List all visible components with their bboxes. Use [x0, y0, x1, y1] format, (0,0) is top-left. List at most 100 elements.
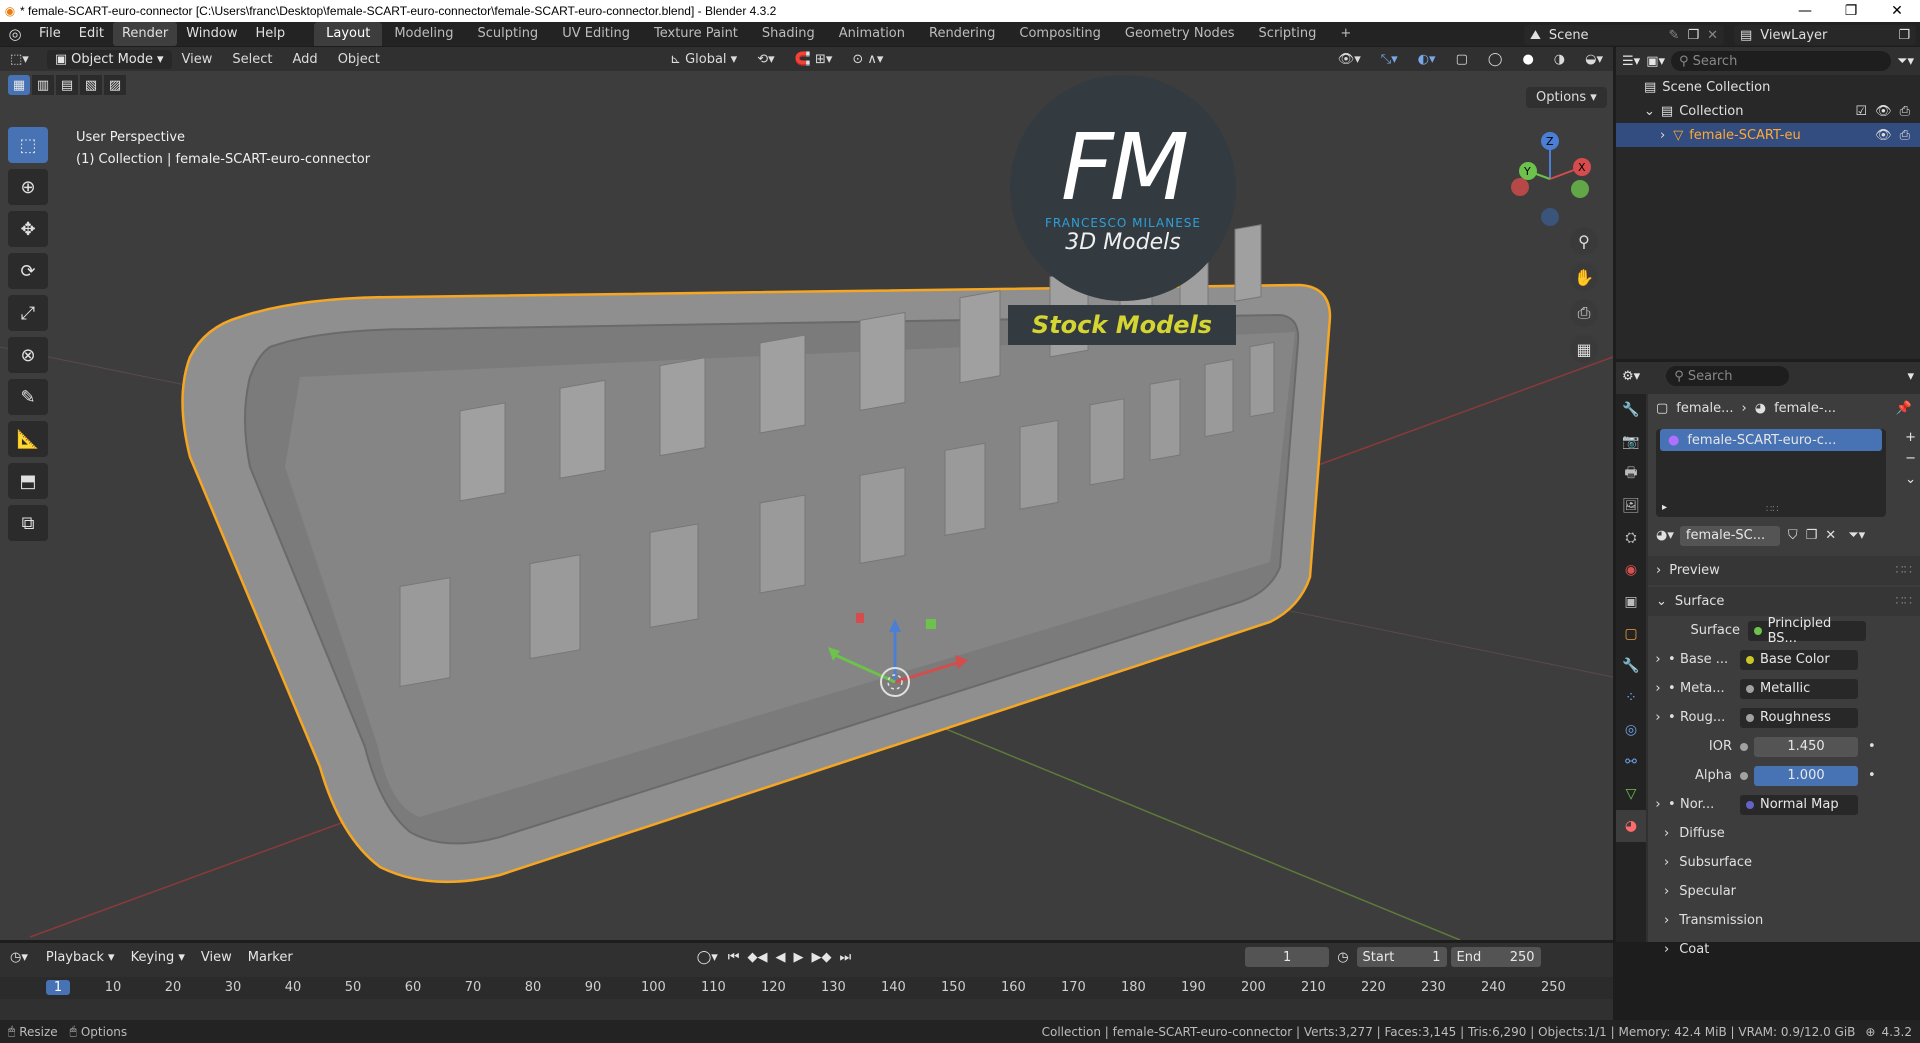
- eye-icon[interactable]: 👁: [1875, 104, 1892, 119]
- shading-solid-icon[interactable]: ●: [1512, 52, 1543, 67]
- mode-dropdown[interactable]: ▣ Object Mode ▾: [46, 49, 172, 69]
- keyframe-dot-icon[interactable]: •: [1868, 739, 1876, 754]
- viewport-menu-object[interactable]: Object: [328, 52, 390, 67]
- list-expand-icon[interactable]: ▸: [1662, 502, 1667, 513]
- tab-compositing[interactable]: Compositing: [1007, 22, 1113, 46]
- modifier-tab-icon[interactable]: 🔧: [1616, 650, 1646, 682]
- start-frame-field[interactable]: Start 1: [1356, 947, 1447, 967]
- preview-panel-header[interactable]: › Preview ∷∷: [1648, 556, 1920, 585]
- timeline-menu-playback[interactable]: Playback ▾: [38, 950, 123, 965]
- outliner-search-input[interactable]: ⚲ Search: [1671, 51, 1892, 71]
- view-layer-tab-icon[interactable]: 🖼: [1616, 490, 1646, 522]
- new-scene-icon[interactable]: ❐: [1687, 28, 1699, 43]
- particles-tab-icon[interactable]: ⁘: [1616, 682, 1646, 714]
- shading-wireframe-icon[interactable]: ◯: [1478, 52, 1513, 67]
- subsection-transmission[interactable]: › Transmission: [1648, 906, 1920, 935]
- pin-icon[interactable]: 📌: [1896, 401, 1912, 416]
- object-tab-icon[interactable]: ▢: [1616, 618, 1646, 650]
- duplicate-material-icon[interactable]: ❐: [1806, 528, 1818, 543]
- tab-geometry-nodes[interactable]: Geometry Nodes: [1113, 22, 1247, 46]
- properties-editor-type-icon[interactable]: ⚙▾: [1622, 369, 1640, 384]
- add-slot-icon[interactable]: +: [1905, 430, 1916, 445]
- jump-end-icon[interactable]: ⏭: [835, 950, 855, 965]
- viewlayer-selector[interactable]: ▤ ViewLayer ❐: [1734, 25, 1916, 45]
- timeline-menu-marker[interactable]: Marker: [240, 950, 301, 965]
- tab-scripting[interactable]: Scripting: [1247, 22, 1329, 46]
- gizmo-toggle-icon[interactable]: ⤡▾: [1371, 52, 1408, 67]
- subsection-coat[interactable]: › Coat: [1648, 935, 1920, 964]
- viewport-options-button[interactable]: Options ▾: [1526, 87, 1607, 108]
- menu-window[interactable]: Window: [177, 22, 246, 46]
- visibility-icon[interactable]: 👁▾: [1328, 52, 1371, 67]
- ior-field[interactable]: 1.450: [1754, 736, 1858, 757]
- filter-icon[interactable]: ⏷▾: [1897, 54, 1914, 69]
- outliner-scene-collection[interactable]: ▤ Scene Collection: [1616, 75, 1920, 99]
- disclosure-right-icon[interactable]: ›: [1648, 797, 1668, 812]
- tab-modeling[interactable]: Modeling: [382, 22, 465, 46]
- menu-edit[interactable]: Edit: [70, 22, 113, 46]
- play-reverse-icon[interactable]: ◀: [771, 950, 789, 965]
- prev-keyframe-icon[interactable]: ◆◀: [743, 950, 771, 965]
- constraints-tab-icon[interactable]: ⚯: [1616, 746, 1646, 778]
- scene-selector[interactable]: ⛰ Scene ✎ ❐ ✕: [1524, 25, 1724, 45]
- unlink-material-icon[interactable]: ✕: [1825, 528, 1836, 543]
- tool-tab-icon[interactable]: 🔧: [1616, 394, 1646, 426]
- annotate-tool-icon[interactable]: ✎: [8, 379, 48, 415]
- end-frame-field[interactable]: End 250: [1450, 947, 1541, 967]
- current-frame-field[interactable]: 1: [1245, 947, 1330, 967]
- editor-type-icon[interactable]: ⬚▾: [0, 52, 39, 67]
- metallic-field[interactable]: Metallic: [1740, 678, 1858, 699]
- subsection-specular[interactable]: › Specular: [1648, 877, 1920, 906]
- transform-extra-tool-icon[interactable]: ⧉: [8, 505, 48, 541]
- output-tab-icon[interactable]: 🖶: [1616, 458, 1646, 490]
- navigation-gizmo[interactable]: Z X Y: [1500, 129, 1600, 229]
- preview-range-icon[interactable]: ◷: [1329, 950, 1356, 965]
- delete-scene-icon[interactable]: ✕: [1707, 28, 1718, 43]
- alpha-field[interactable]: 1.000: [1754, 765, 1858, 786]
- menu-help[interactable]: Help: [247, 22, 295, 46]
- disclosure-right-icon[interactable]: ›: [1648, 681, 1668, 696]
- fake-user-icon[interactable]: ⛉: [1788, 528, 1798, 543]
- select-intersect-icon[interactable]: ▨: [104, 75, 126, 95]
- disclosure-down-icon[interactable]: ⌄: [1644, 104, 1655, 119]
- select-box-tool-icon[interactable]: ⬚: [8, 127, 48, 163]
- scene-tab-icon[interactable]: ⛭: [1616, 522, 1646, 554]
- outliner-editor-type-icon[interactable]: ☰▾: [1622, 54, 1640, 69]
- blender-logo-icon[interactable]: ◎: [0, 25, 30, 43]
- shading-material-icon[interactable]: ◑: [1544, 52, 1575, 67]
- 3d-viewport[interactable]: ⬚▾ ▣ Object Mode ▾ View Select Add Objec…: [0, 47, 1613, 940]
- disclosure-right-icon[interactable]: ›: [1648, 710, 1668, 725]
- tab-animation[interactable]: Animation: [827, 22, 917, 46]
- material-tab-icon[interactable]: ◕: [1616, 810, 1646, 842]
- disclosure-right-icon[interactable]: ›: [1648, 652, 1668, 667]
- checkbox-icon[interactable]: ☑: [1855, 104, 1867, 119]
- outliner-collection-row[interactable]: ⌄ ▤ Collection ☑ 👁 ⎙: [1616, 99, 1920, 123]
- jump-start-icon[interactable]: ⏮: [724, 950, 744, 965]
- properties-search-input[interactable]: ⚲ Search: [1666, 366, 1789, 386]
- proportional-edit-icon[interactable]: ⊙ ∧▾: [842, 52, 893, 67]
- timeline-editor-type-icon[interactable]: ◷▾: [0, 950, 38, 965]
- eye-icon[interactable]: 👁: [1875, 128, 1892, 143]
- ortho-toggle-icon[interactable]: ▦: [1570, 335, 1598, 363]
- material-browse-icon[interactable]: ◕▾: [1656, 528, 1674, 543]
- viewport-menu-select[interactable]: Select: [222, 52, 282, 67]
- transform-orientation-dropdown[interactable]: ⊾ Global ▾: [660, 52, 747, 67]
- base-color-field[interactable]: Base Color: [1740, 649, 1858, 670]
- slot-menu-icon[interactable]: ⌄: [1905, 472, 1916, 487]
- material-slot-item[interactable]: ● female-SCART-euro-c...: [1660, 429, 1882, 451]
- maximize-icon[interactable]: ❐: [1828, 3, 1874, 19]
- filter-icon[interactable]: ⏷▾: [1848, 528, 1865, 543]
- overlay-toggle-icon[interactable]: ◐▾: [1408, 52, 1446, 67]
- rotate-tool-icon[interactable]: ⟳: [8, 253, 48, 289]
- material-name-field[interactable]: female-SC...: [1679, 525, 1780, 546]
- normal-field[interactable]: Normal Map: [1740, 794, 1858, 815]
- render-tab-icon[interactable]: 📷: [1616, 426, 1646, 458]
- list-resize-handle-icon[interactable]: ∷∷: [1766, 504, 1779, 515]
- display-mode-icon[interactable]: ▣▾: [1646, 54, 1665, 69]
- roughness-field[interactable]: Roughness: [1740, 707, 1858, 728]
- move-tool-icon[interactable]: ✥: [8, 211, 48, 247]
- tab-sculpting[interactable]: Sculpting: [465, 22, 550, 46]
- surface-shader-field[interactable]: Principled BS...: [1748, 616, 1866, 646]
- select-new-icon[interactable]: ▦: [8, 75, 30, 95]
- pivot-icon[interactable]: ⟲▾: [747, 52, 784, 67]
